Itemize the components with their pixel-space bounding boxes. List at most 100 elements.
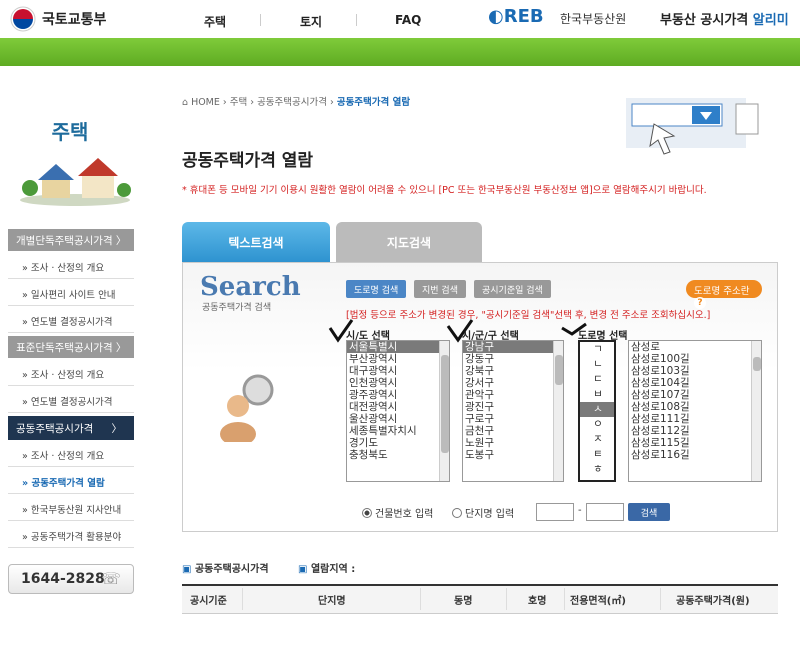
col-date: 공시기준 xyxy=(190,596,227,607)
list-option[interactable]: 삼성로108길 xyxy=(629,401,761,413)
houses-illustration xyxy=(20,158,131,206)
list-option[interactable]: 강동구 xyxy=(463,353,563,365)
list-option[interactable]: 충청북도 xyxy=(347,449,449,461)
list-option[interactable]: ㅂ xyxy=(580,387,614,402)
list-option[interactable]: ㅈ xyxy=(580,432,614,447)
menu-item-active[interactable]: » 공동주택가격 열람 xyxy=(8,468,134,494)
menu-item[interactable]: » 한국부동산원 지사안내 xyxy=(8,495,134,521)
menu-item[interactable]: » 연도별 결정공시가격 xyxy=(8,307,134,333)
tab-map-search[interactable]: 지도검색 xyxy=(336,222,482,262)
sido-scrollbar[interactable] xyxy=(439,341,449,481)
list-option[interactable]: 삼성로116길 xyxy=(629,449,761,461)
phone-icon: ☏ xyxy=(100,569,121,588)
list-option[interactable]: 노원구 xyxy=(463,437,563,449)
menu-item[interactable]: » 일사편리 사이트 안내 xyxy=(8,280,134,306)
list-option[interactable]: 삼성로104길 xyxy=(629,377,761,389)
search-illustration xyxy=(626,98,759,155)
list-option[interactable]: 삼성로 xyxy=(629,341,761,353)
dash-separator: - xyxy=(578,505,582,516)
section-region: ▣ 열람지역 : xyxy=(298,564,356,575)
menu-item[interactable]: » 조사 · 산정의 개요 xyxy=(8,441,134,467)
sido-list[interactable]: 서울특별시 부산광역시 대구광역시 인천광역시 광주광역시 대전광역시 울산광역시 세종특별자… xyxy=(346,340,450,482)
list-option[interactable]: ㄴ xyxy=(580,357,614,372)
list-option[interactable]: ㅎ xyxy=(580,462,614,477)
sigungu-list[interactable]: 강남구 강동구 강북구 강서구 관악구 광진구 구로구 금천구 노원구 도봉구 xyxy=(462,340,564,482)
menu-item[interactable]: » 조사 · 산정의 개요 xyxy=(8,253,134,279)
breadcrumb-item[interactable]: 공동주택공시가격 xyxy=(257,97,327,108)
list-option[interactable]: 대전광역시 xyxy=(347,401,449,413)
list-option[interactable]: 관악구 xyxy=(463,389,563,401)
building-number-sub-input[interactable] xyxy=(586,503,624,521)
radio-complex-name[interactable]: 단지명 입력 xyxy=(452,505,514,520)
list-option[interactable]: 도봉구 xyxy=(463,449,563,461)
sigungu-scrollbar[interactable] xyxy=(553,341,563,481)
road-scrollbar[interactable] xyxy=(751,341,761,481)
menu-standard-house[interactable]: 표준단독주택공시가격 〉 xyxy=(8,336,134,358)
list-option[interactable]: ㄱ xyxy=(580,342,614,357)
menu-item[interactable]: » 연도별 결정공시가격 xyxy=(8,387,134,413)
col-divider xyxy=(242,588,243,610)
list-option[interactable]: 삼성로115길 xyxy=(629,437,761,449)
radio-dot[interactable] xyxy=(362,508,372,518)
site-title: 부동산 공시가격 알리미 xyxy=(660,13,789,28)
breadcrumb: ⌂ HOME › 주택 › 공동주택공시가격 › 공동주택가격 열람 xyxy=(182,97,411,108)
reb-logo[interactable]: ◐REB xyxy=(488,6,544,27)
nav-divider xyxy=(260,14,261,26)
list-option[interactable]: 서울특별시 xyxy=(347,341,449,353)
search-logo: Search xyxy=(200,272,301,302)
list-option[interactable]: ㄷ xyxy=(580,372,614,387)
col-divider xyxy=(420,588,421,610)
ministry-logo[interactable]: 국토교통부 xyxy=(42,9,106,29)
list-option[interactable]: 삼성로107길 xyxy=(629,389,761,401)
list-option[interactable]: 강남구 xyxy=(463,341,563,353)
list-option[interactable]: ㅌ xyxy=(580,447,614,462)
list-option[interactable]: 삼성로100길 xyxy=(629,353,761,365)
radio-dot[interactable] xyxy=(452,508,462,518)
list-option[interactable]: 울산광역시 xyxy=(347,413,449,425)
road-list[interactable]: 삼성로 삼성로100길 삼성로103길 삼성로104길 삼성로107길 삼성로108길 삼성… xyxy=(628,340,762,482)
list-option[interactable]: 광진구 xyxy=(463,401,563,413)
col-divider xyxy=(564,588,565,610)
nav-divider xyxy=(356,14,357,26)
list-option[interactable]: 강북구 xyxy=(463,365,563,377)
list-option[interactable]: 세종특별자치시 xyxy=(347,425,449,437)
list-option[interactable]: 강서구 xyxy=(463,377,563,389)
menu-item[interactable]: » 공동주택가격 활용분야 xyxy=(8,522,134,548)
list-option[interactable]: 삼성로103길 xyxy=(629,365,761,377)
home-icon: ⌂ xyxy=(182,97,189,108)
date-search-button[interactable]: 공시기준일 검색 xyxy=(474,280,551,298)
list-option[interactable]: ㅅ xyxy=(580,402,614,417)
nav-land[interactable]: 토지 xyxy=(300,13,322,30)
menu-item[interactable]: » 조사 · 산정의 개요 xyxy=(8,360,134,386)
lot-search-button[interactable]: 지번 검색 xyxy=(414,280,466,298)
nav-housing[interactable]: 주택 xyxy=(204,13,226,30)
col-unit: 호명 xyxy=(528,596,547,607)
search-button[interactable]: 검색 xyxy=(628,503,670,521)
green-banner xyxy=(0,38,800,66)
list-option[interactable]: 삼성로112길 xyxy=(629,425,761,437)
road-search-button[interactable]: 도로명 검색 xyxy=(346,280,407,298)
tab-text-search[interactable]: 텍스트검색 xyxy=(182,222,330,262)
list-option[interactable]: 대구광역시 xyxy=(347,365,449,377)
list-option[interactable]: ㅇ xyxy=(580,417,614,432)
phone-banner: 1644-2828 ☏ xyxy=(8,564,134,594)
radio-building-number[interactable]: 건물번호 입력 xyxy=(362,505,433,520)
road-address-help-button[interactable]: 도로명 주소란 ? xyxy=(686,280,762,309)
nav-faq[interactable]: FAQ xyxy=(395,13,421,27)
breadcrumb-home[interactable]: HOME xyxy=(191,97,220,108)
box-icon: ▣ xyxy=(298,564,308,575)
menu-individual-house[interactable]: 개별단독주택공시가격 〉 xyxy=(8,229,134,251)
menu-apartment[interactable]: 공동주택공시가격 〉 xyxy=(8,416,134,440)
list-option[interactable]: 부산광역시 xyxy=(347,353,449,365)
list-option[interactable]: 인천광역시 xyxy=(347,377,449,389)
breadcrumb-item[interactable]: 주택 xyxy=(230,97,247,108)
building-number-main-input[interactable] xyxy=(536,503,574,521)
list-option[interactable]: 광주광역시 xyxy=(347,389,449,401)
list-option[interactable]: 금천구 xyxy=(463,425,563,437)
government-emblem-icon xyxy=(10,6,36,32)
list-option[interactable]: 경기도 xyxy=(347,437,449,449)
list-option[interactable]: 구로구 xyxy=(463,413,563,425)
list-option[interactable]: 삼성로111길 xyxy=(629,413,761,425)
sidebar-title: 주택 xyxy=(51,120,89,144)
initial-list[interactable]: ㄱㄴㄷㅂㅅㅇㅈㅌㅎ xyxy=(578,340,616,482)
